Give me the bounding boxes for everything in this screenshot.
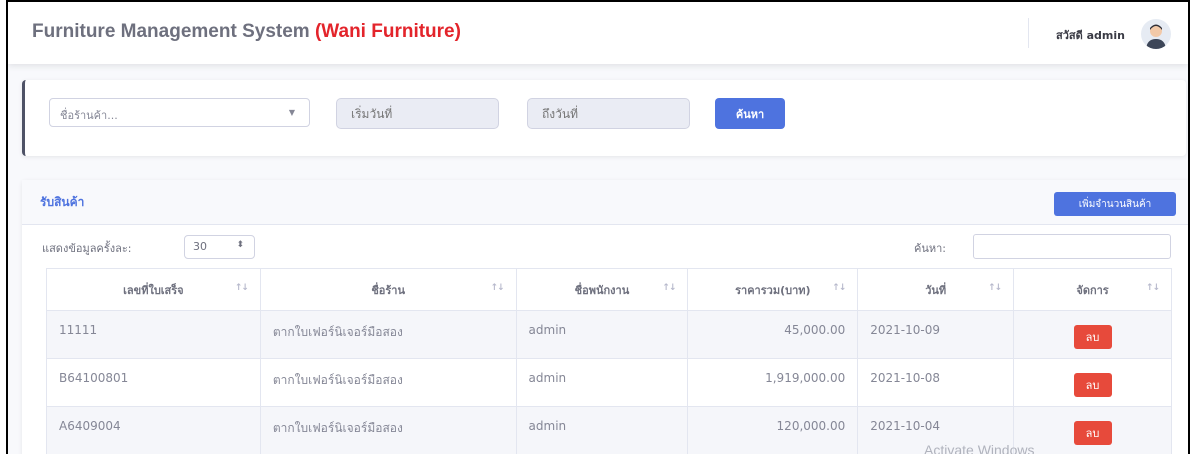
- sort-arrows-icon: ↑↓: [490, 283, 504, 293]
- cell-total: 1,919,000.00: [687, 358, 859, 407]
- start-date-input[interactable]: [336, 98, 499, 129]
- app-window: Furniture Management System (Wani Furnit…: [6, 0, 1190, 454]
- cell-date: 2021-10-08: [857, 358, 1015, 407]
- cell-total: 120,000.00: [687, 406, 859, 454]
- header-label: จัดการ: [1076, 283, 1109, 297]
- topbar: Furniture Management System (Wani Furnit…: [8, 2, 1188, 64]
- page-length-select[interactable]: 30 ⬍: [184, 235, 255, 259]
- cell-action: ลบ: [1013, 358, 1172, 407]
- table-search-input[interactable]: [973, 234, 1171, 259]
- table-header-row: เลขที่ใบเสร็จ ↑↓ ชื่อร้าน ↑↓ ชื่อพนักงาน ↑↓…: [46, 268, 1172, 311]
- cell-receipt: A6409004: [46, 406, 261, 454]
- sort-arrows-icon: ↑↓: [662, 283, 676, 293]
- receive-goods-card: รับสินค้า เพิ่มจำนวนสินค้า แสดงข้อมูลครั…: [22, 180, 1188, 454]
- user-avatar-icon[interactable]: [1141, 19, 1171, 49]
- cell-receipt: B64100801: [46, 358, 261, 407]
- brand-name: (Wani Furniture): [314, 21, 461, 42]
- sort-arrows-icon: ↑↓: [234, 283, 249, 293]
- cell-shop: ตากใบเฟอร์นิเจอร์มือสอง: [259, 406, 517, 454]
- cell-action: ลบ: [1013, 406, 1172, 454]
- add-stock-button[interactable]: เพิ่มจำนวนสินค้า: [1054, 192, 1176, 216]
- cell-action: ลบ: [1013, 310, 1172, 359]
- cell-receipt: 11111: [46, 310, 261, 359]
- header-label: ราคารวม(บาท): [735, 283, 811, 297]
- updown-arrow-icon: ⬍: [236, 240, 244, 250]
- search-button[interactable]: ค้นหา: [715, 98, 785, 129]
- page-length-value: 30: [193, 240, 207, 253]
- header-label: เลขที่ใบเสร็จ: [123, 283, 184, 297]
- header-label: ชื่อพนักงาน: [574, 283, 630, 297]
- caret-down-icon: ▼: [288, 108, 295, 117]
- delete-button[interactable]: ลบ: [1073, 373, 1112, 397]
- cell-shop: ตากใบเฟอร์นิเจอร์มือสอง: [259, 358, 517, 407]
- receipts-table: เลขที่ใบเสร็จ ↑↓ ชื่อร้าน ↑↓ ชื่อพนักงาน ↑↓…: [46, 268, 1172, 454]
- table-row: B64100801 ตากใบเฟอร์นิเจอร์มือสอง admin …: [46, 358, 1172, 407]
- cell-employee: admin: [515, 406, 689, 454]
- sort-arrows-icon: ↑↓: [988, 283, 1002, 293]
- filter-card: ชื่อร้านค้า... ▼ ค้นหา: [22, 80, 1186, 156]
- shop-select-placeholder: ชื่อร้านค้า...: [60, 109, 118, 122]
- col-total-header[interactable]: ราคารวม(บาท) ↑↓: [687, 268, 859, 311]
- cell-employee: admin: [515, 358, 689, 407]
- app-title: Furniture Management System (Wani Furnit…: [32, 21, 461, 43]
- page-length-label: แสดงข้อมูลครั้งละ:: [42, 242, 132, 255]
- cell-shop: ตากใบเฟอร์นิเจอร์มือสอง: [259, 310, 517, 359]
- header-label: วันที่: [925, 283, 947, 297]
- end-date-input[interactable]: [527, 98, 690, 129]
- header-label: ชื่อร้าน: [371, 283, 406, 297]
- delete-button[interactable]: ลบ: [1073, 325, 1112, 349]
- col-date-header[interactable]: วันที่ ↑↓: [857, 268, 1015, 311]
- cell-total: 45,000.00: [687, 310, 859, 359]
- app-title-text: Furniture Management System: [32, 21, 310, 42]
- col-employee-header[interactable]: ชื่อพนักงาน ↑↓: [515, 268, 689, 311]
- table-search-label: ค้นหา:: [914, 242, 947, 255]
- card-header: รับสินค้า เพิ่มจำนวนสินค้า: [22, 180, 1188, 225]
- cell-employee: admin: [515, 310, 689, 359]
- col-shop-header[interactable]: ชื่อร้าน ↑↓: [259, 268, 517, 311]
- delete-button[interactable]: ลบ: [1073, 421, 1112, 445]
- card-title: รับสินค้า: [40, 195, 85, 209]
- table-row: 11111 ตากใบเฟอร์นิเจอร์มือสอง admin 45,0…: [46, 310, 1172, 359]
- sort-arrows-icon: ↑↓: [1145, 283, 1160, 293]
- col-action-header[interactable]: จัดการ ↑↓: [1013, 268, 1172, 311]
- shop-select[interactable]: ชื่อร้านค้า... ▼: [49, 98, 310, 127]
- col-receipt-header[interactable]: เลขที่ใบเสร็จ ↑↓: [46, 268, 261, 311]
- user-greeting[interactable]: สวัสดี admin: [1056, 26, 1125, 44]
- cell-date: 2021-10-09: [857, 310, 1015, 359]
- sort-arrows-icon: ↑↓: [832, 283, 846, 293]
- topbar-divider: [1028, 18, 1029, 48]
- activate-windows-watermark: Activate Windows: [924, 442, 1035, 454]
